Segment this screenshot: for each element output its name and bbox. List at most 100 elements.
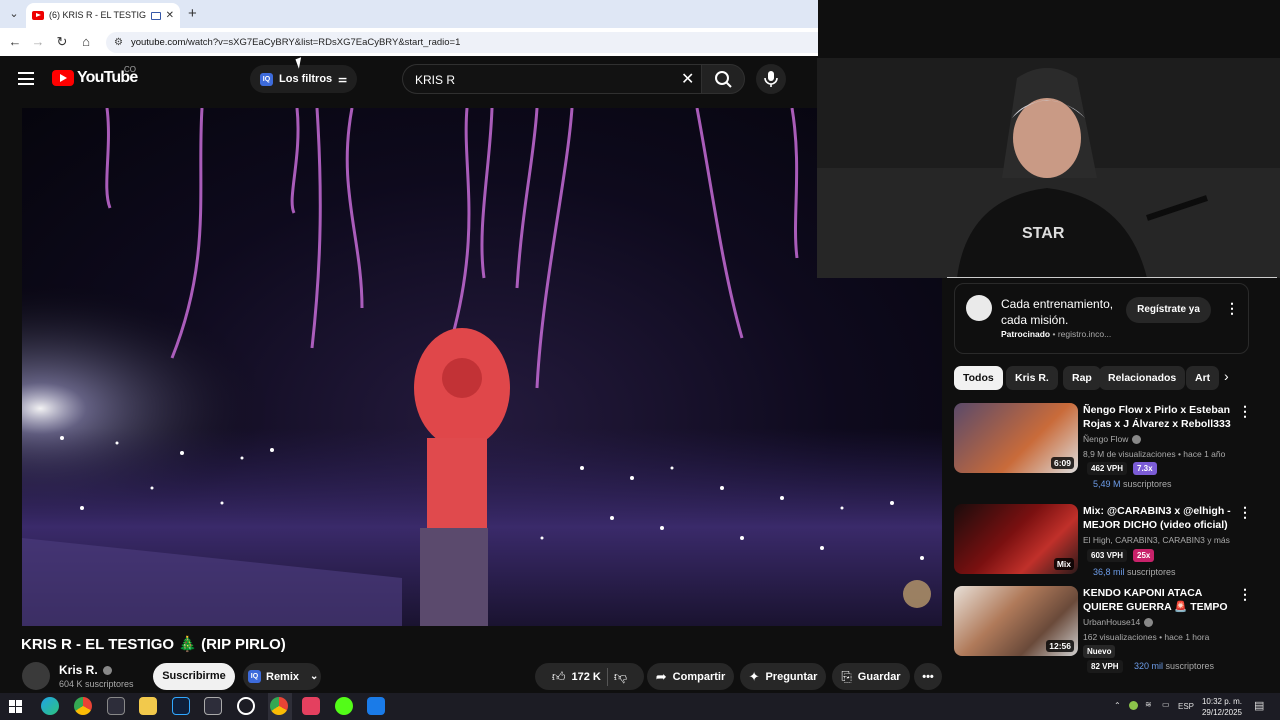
divider (606, 667, 608, 686)
chip-related[interactable]: Relacionados (1099, 366, 1186, 390)
chrome-active-icon[interactable] (270, 697, 288, 715)
verified-icon (1144, 617, 1154, 627)
chrome-icon[interactable] (74, 697, 92, 715)
chip-art[interactable]: Art (1186, 366, 1220, 390)
video-thumbnail[interactable]: Mix (954, 504, 1078, 574)
rec-channel[interactable]: El High, CARABIN3, CARABIN3 y más (1083, 535, 1230, 545)
subs-number: 5,49 M (1093, 479, 1121, 489)
capcut-icon[interactable] (204, 697, 222, 715)
recommendation-item[interactable]: 6:09 Ñengo Flow x Pirlo x Esteban Rojas … (954, 403, 1254, 489)
url-text: youtube.com/watch?v=sXG7EaCyBRY&list=RDs… (130, 37, 461, 48)
rec-more-icon[interactable]: ⋮ (1238, 504, 1252, 521)
back-arrow-icon[interactable]: ← (6, 33, 24, 51)
verified-icon (1132, 434, 1142, 444)
save-button[interactable]: ⎘ Guardar (832, 663, 910, 690)
rec-more-icon[interactable]: ⋮ (1238, 403, 1252, 420)
ad-title: Cada entrenamiento, cada misión. (1001, 297, 1114, 327)
verified-icon (102, 665, 112, 675)
sponsored-ad-card[interactable]: Cada entrenamiento, cada misión. Patroci… (954, 283, 1249, 354)
rec-title[interactable]: Ñengo Flow x Pirlo x Esteban Rojas x J Á… (1083, 403, 1231, 431)
remix-button[interactable]: IQ Remix ⌄ (243, 663, 321, 690)
windows-start-icon[interactable] (9, 700, 22, 713)
channel-avatar[interactable] (22, 662, 50, 690)
chevron-down-icon: ⌄ (310, 671, 319, 682)
language-indicator[interactable]: ESP (1178, 702, 1194, 711)
file-explorer-icon[interactable] (139, 697, 157, 715)
terminal-icon[interactable] (107, 697, 125, 715)
remix-label: Remix (266, 670, 300, 683)
share-icon: ➦ (655, 668, 667, 684)
chip-kris-r[interactable]: Kris R. (1006, 366, 1058, 390)
rec-title[interactable]: KENDO KAPONI ATACA QUIERE GUERRA 🚨 TEMPO… (1083, 586, 1231, 614)
like-count[interactable]: 172 K (572, 671, 601, 683)
dislike-icon[interactable]: 👎︎ (614, 669, 627, 685)
rec-channel[interactable]: Ñengo Flow (1083, 434, 1142, 444)
app-icon[interactable] (367, 697, 385, 715)
network-icon[interactable]: ≋ (1145, 700, 1152, 709)
clock-time: 10:32 p. m. (1201, 697, 1242, 706)
search-input[interactable]: KRIS R ✕ (402, 64, 702, 94)
windows-taskbar (0, 693, 1280, 720)
menu-icon[interactable] (18, 72, 34, 85)
like-dislike-group: 👍︎ 172 K 👎︎ (535, 663, 644, 690)
like-icon[interactable]: 👍︎ (552, 669, 566, 685)
photoshop-icon[interactable] (172, 697, 190, 715)
streamer-webcam-overlay: STAR (817, 58, 1280, 278)
tray-chevron-icon[interactable]: ⌃ (1114, 701, 1121, 710)
notification-icon[interactable]: ▤ (1254, 699, 1264, 712)
chevron-right-icon[interactable]: › (1224, 368, 1229, 384)
channel-name[interactable]: Kris R. (59, 663, 112, 677)
subs-number: 36,8 mil (1093, 567, 1125, 577)
tab-search-chevron-icon[interactable]: ⌄ (6, 6, 22, 22)
recommendation-item[interactable]: 12:56 KENDO KAPONI ATACA QUIERE GUERRA 🚨… (954, 586, 1254, 673)
clock[interactable]: 10:32 p. m. 29/12/2025 (1200, 696, 1242, 718)
video-player[interactable] (22, 108, 942, 626)
search-query-text: KRIS R (415, 73, 456, 87)
svg-text:STAR: STAR (1022, 225, 1065, 242)
multiplier-badge: 25x (1133, 549, 1155, 562)
youtube-header: YouTube CO IQ Los filtros ⚌ KRIS R ✕ (0, 56, 818, 104)
rec-more-icon[interactable]: ⋮ (1238, 586, 1252, 603)
home-icon[interactable]: ⌂ (77, 33, 95, 51)
video-thumbnail[interactable]: 6:09 (954, 403, 1078, 473)
edge-icon[interactable] (41, 697, 59, 715)
video-duration: 6:09 (1050, 457, 1074, 469)
sliders-icon: ⚌ (338, 73, 348, 85)
new-tab-button[interactable]: + (188, 5, 197, 22)
clear-search-icon[interactable]: ✕ (681, 69, 694, 89)
ask-button[interactable]: ✦ Preguntar (740, 663, 826, 690)
rec-subscribers: 320 mil suscriptores (1134, 661, 1214, 671)
video-thumbnail[interactable]: 12:56 (954, 586, 1078, 656)
search-button[interactable] (701, 64, 745, 94)
youtube-logo[interactable]: YouTube CO (52, 65, 138, 87)
rec-meta: 162 visualizaciones • hace 1 hora (1083, 632, 1210, 642)
forward-arrow-icon[interactable]: → (29, 33, 47, 51)
filters-button[interactable]: IQ Los filtros ⚌ (250, 65, 358, 93)
subscribe-button[interactable]: Suscribirme (153, 663, 235, 690)
tray-app-icon[interactable] (1129, 701, 1138, 710)
recommendation-item[interactable]: Mix Mix: @CARABIN3 x @elhigh - MEJOR DIC… (954, 504, 1254, 584)
tiktok-icon[interactable] (302, 697, 320, 715)
cast-icon (150, 11, 161, 20)
concert-video-frame (22, 108, 942, 626)
obs-icon[interactable] (237, 697, 255, 715)
more-actions-button[interactable]: ••• (914, 663, 942, 690)
browser-tab[interactable]: (6) KRIS R - EL TESTIGO 🎄 ✕ (26, 3, 180, 28)
ad-more-icon[interactable]: ⋮ (1225, 300, 1239, 317)
rec-subscribers: 5,49 M suscriptores (1093, 479, 1172, 489)
rec-title[interactable]: Mix: @CARABIN3 x @elhigh - MEJOR DICHO (… (1083, 504, 1231, 532)
kick-icon[interactable] (335, 697, 353, 715)
chip-rap[interactable]: Rap (1063, 366, 1101, 390)
ad-cta-button[interactable]: Regístrate ya (1126, 297, 1211, 323)
address-bar[interactable]: ⚙ youtube.com/watch?v=sXG7EaCyBRY&list=R… (106, 32, 818, 53)
advertiser-logo (966, 295, 992, 321)
tab-close-icon[interactable]: ✕ (166, 10, 174, 21)
rec-channel[interactable]: UrbanHouse14 (1083, 617, 1154, 627)
display-icon[interactable]: ▭ (1162, 700, 1170, 709)
chip-all[interactable]: Todos (954, 366, 1003, 390)
site-info-icon[interactable]: ⚙ (114, 37, 123, 48)
share-button[interactable]: ➦ Compartir (647, 663, 734, 690)
voice-search-button[interactable] (756, 64, 786, 94)
reload-icon[interactable]: ↻ (53, 33, 71, 51)
country-code: CO (124, 65, 136, 74)
